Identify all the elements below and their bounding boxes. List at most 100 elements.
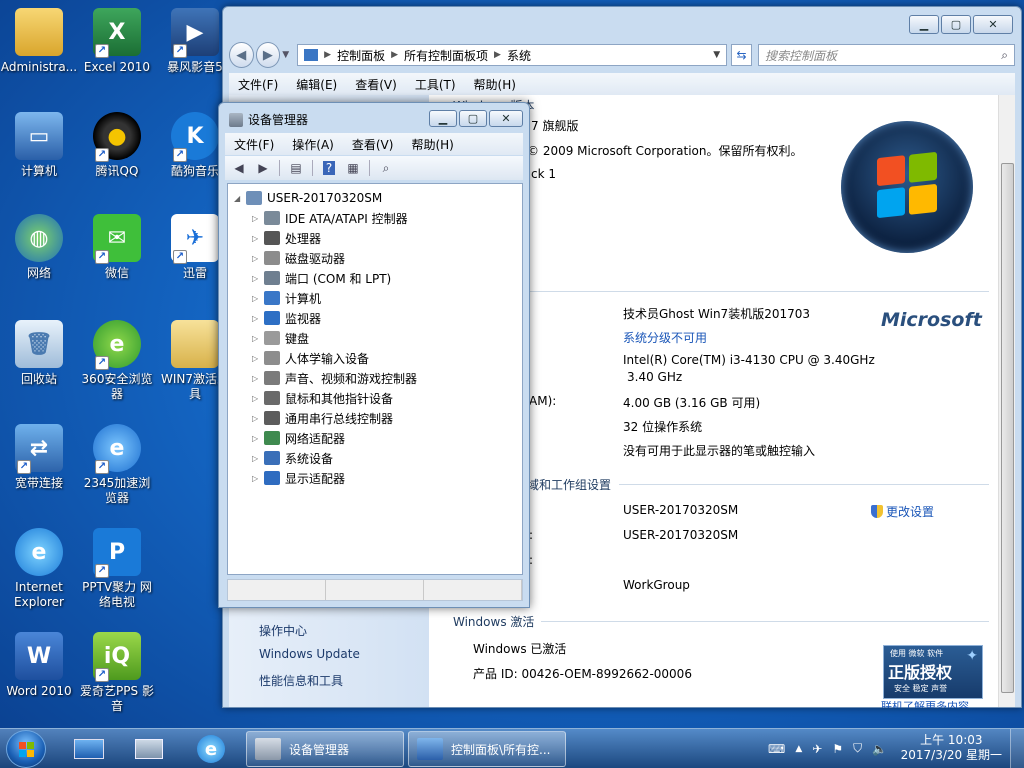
expand-arrow-icon[interactable]: ▷ [252, 274, 264, 283]
expand-arrow-icon[interactable]: ▷ [252, 434, 264, 443]
refresh-button[interactable]: ⇆ [731, 44, 752, 66]
expand-arrow-icon[interactable]: ▷ [252, 454, 264, 463]
search-input[interactable]: 搜索控制面板 ⌕ [757, 44, 1016, 66]
forward-button[interactable]: ▶ [255, 42, 281, 68]
history-dropdown-icon[interactable]: ▼ [282, 50, 289, 60]
desktop-icon-pps[interactable]: iQ ↗ 爱奇艺PPS 影音 [78, 632, 156, 714]
quicklaunch-show-desktop[interactable] [70, 734, 108, 764]
tree-node[interactable]: ▷ 键盘 [252, 328, 309, 348]
learn-more-link[interactable]: 联机了解更多内容... [881, 701, 980, 708]
breadcrumb-system[interactable]: 系统 [507, 47, 531, 64]
desktop-icon-broadband[interactable]: ⇄ ↗ 宽带连接 [0, 424, 78, 491]
change-settings-link[interactable]: 更改设置 [871, 503, 934, 520]
genuine-microsoft-badge[interactable]: 使用 微软 软件 正版授权 安全 稳定 声誉 ✦ [883, 645, 983, 699]
address-dropdown-icon[interactable]: ▼ [713, 50, 720, 60]
forward-button[interactable]: ▶ [253, 159, 273, 177]
desktop-icon-recycle-bin[interactable]: 🗑 回收站 [0, 320, 78, 387]
tray-expand-icon[interactable]: ▲ [795, 744, 802, 754]
show-hide-button[interactable]: ▦ [343, 159, 363, 177]
tree-node[interactable]: ▷ 端口 (COM 和 LPT) [252, 268, 391, 288]
action-center-icon[interactable]: ⚑ [832, 742, 843, 756]
quicklaunch-ie[interactable]: e [192, 734, 230, 764]
expand-arrow-icon[interactable]: ▷ [252, 254, 264, 263]
menu-tools[interactable]: 工具(T) [406, 76, 465, 93]
breadcrumb-control-panel[interactable]: 控制面板 [337, 47, 385, 64]
tree-node[interactable]: ▷ 人体学输入设备 [252, 348, 369, 368]
menu-help[interactable]: 帮助(H) [465, 76, 525, 93]
expand-arrow-icon[interactable]: ▷ [252, 234, 264, 243]
desktop-icon-excel[interactable]: X ↗ Excel 2010 [78, 8, 156, 75]
minimize-button[interactable]: ▁ [909, 15, 939, 34]
show-desktop-button[interactable] [1010, 729, 1024, 768]
back-button[interactable]: ◀ [229, 159, 249, 177]
properties-button[interactable]: ▤ [286, 159, 306, 177]
tree-root[interactable]: ◢ USER-20170320SM [234, 188, 382, 208]
tree-node-label: 计算机 [285, 291, 322, 306]
task-control-panel[interactable]: 控制面板\所有控... [408, 731, 566, 767]
desktop-icon-wechat[interactable]: ✉ ↗ 微信 [78, 214, 156, 281]
expand-arrow-icon[interactable]: ▷ [252, 394, 264, 403]
menu-help[interactable]: 帮助(H) [402, 136, 462, 153]
menu-file[interactable]: 文件(F) [225, 136, 283, 153]
tree-node[interactable]: ▷ IDE ATA/ATAPI 控制器 [252, 208, 408, 228]
desktop-icon-computer[interactable]: ▭ 计算机 [0, 112, 78, 179]
desktop-icon-qq[interactable]: ● ↗ 腾讯QQ [78, 112, 156, 179]
desktop-icon-network[interactable]: ◍ 网络 [0, 214, 78, 281]
expand-arrow-icon[interactable]: ▷ [252, 474, 264, 483]
close-button[interactable]: ✕ [973, 15, 1013, 34]
tree-node[interactable]: ▷ 鼠标和其他指针设备 [252, 388, 393, 408]
tree-node[interactable]: ▷ 系统设备 [252, 448, 333, 468]
device-category-icon [264, 211, 280, 225]
desktop-icon-ie[interactable]: e Internet Explorer [0, 528, 78, 610]
link-action-center[interactable]: 操作中心 [259, 622, 307, 639]
expand-arrow-icon[interactable]: ▷ [252, 334, 264, 343]
quicklaunch-switch-windows[interactable] [130, 734, 168, 764]
expand-arrow-icon[interactable]: ▷ [252, 214, 264, 223]
maximize-button[interactable]: ▢ [459, 110, 487, 127]
tree-node[interactable]: ▷ 处理器 [252, 228, 321, 248]
start-button[interactable] [6, 730, 46, 768]
close-button[interactable]: ✕ [489, 110, 523, 127]
tree-node[interactable]: ▷ 网络适配器 [252, 428, 345, 448]
address-bar[interactable]: ▶ 控制面板 ▶ 所有控制面板项 ▶ 系统 ▼ [297, 44, 728, 66]
desktop-icon-word[interactable]: W Word 2010 [0, 632, 78, 699]
link-performance[interactable]: 性能信息和工具 [259, 672, 343, 689]
menu-view[interactable]: 查看(V) [346, 76, 406, 93]
clock[interactable]: 上午 10:03 2017/3/20 星期一 [901, 733, 1002, 763]
desktop-icon-administrator[interactable]: Administra... [0, 8, 78, 75]
tree-node[interactable]: ▷ 监视器 [252, 308, 321, 328]
tree-node[interactable]: ▷ 声音、视频和游戏控制器 [252, 368, 417, 388]
volume-icon[interactable]: 🔈 [872, 742, 887, 756]
tree-node[interactable]: ▷ 计算机 [252, 288, 321, 308]
tree-node[interactable]: ▷ 显示适配器 [252, 468, 345, 488]
expand-arrow-icon[interactable]: ▷ [252, 314, 264, 323]
security-shield-icon[interactable]: ⛉ [853, 741, 862, 756]
collapse-arrow-icon[interactable]: ◢ [234, 194, 246, 203]
expand-arrow-icon[interactable]: ▷ [252, 354, 264, 363]
help-button[interactable]: ? [319, 159, 339, 177]
vertical-scrollbar[interactable] [998, 95, 1015, 707]
desktop-icon-360browser[interactable]: e ↗ 360安全浏览器 [78, 320, 156, 402]
desktop-icon-pptv[interactable]: P ↗ PPTV聚力 网络电视 [78, 528, 156, 610]
back-button[interactable]: ◀ [229, 42, 254, 68]
expand-arrow-icon[interactable]: ▷ [252, 374, 264, 383]
breadcrumb-all-items[interactable]: 所有控制面板项 [404, 47, 488, 64]
menu-action[interactable]: 操作(A) [283, 136, 343, 153]
scrollbar-thumb[interactable] [1001, 163, 1014, 693]
keyboard-icon[interactable]: ⌨ [768, 742, 785, 756]
expand-arrow-icon[interactable]: ▷ [252, 294, 264, 303]
menu-file[interactable]: 文件(F) [229, 76, 287, 93]
scan-hardware-button[interactable]: ⌕ [376, 159, 396, 177]
menu-view[interactable]: 查看(V) [343, 136, 403, 153]
menu-edit[interactable]: 编辑(E) [287, 76, 346, 93]
link-windows-update[interactable]: Windows Update [259, 647, 360, 661]
expand-arrow-icon[interactable]: ▷ [252, 414, 264, 423]
task-device-manager[interactable]: 设备管理器 [246, 731, 404, 767]
tree-node[interactable]: ▷ 通用串行总线控制器 [252, 408, 393, 428]
tree-node[interactable]: ▷ 磁盘驱动器 [252, 248, 345, 268]
desktop-icon-2345browser[interactable]: e ↗ 2345加速浏览器 [78, 424, 156, 506]
network-tray-icon[interactable]: ✈ [812, 742, 822, 756]
minimize-button[interactable]: ▁ [429, 110, 457, 127]
maximize-button[interactable]: ▢ [941, 15, 971, 34]
rating-link[interactable]: 系统分级不可用 [623, 329, 707, 346]
